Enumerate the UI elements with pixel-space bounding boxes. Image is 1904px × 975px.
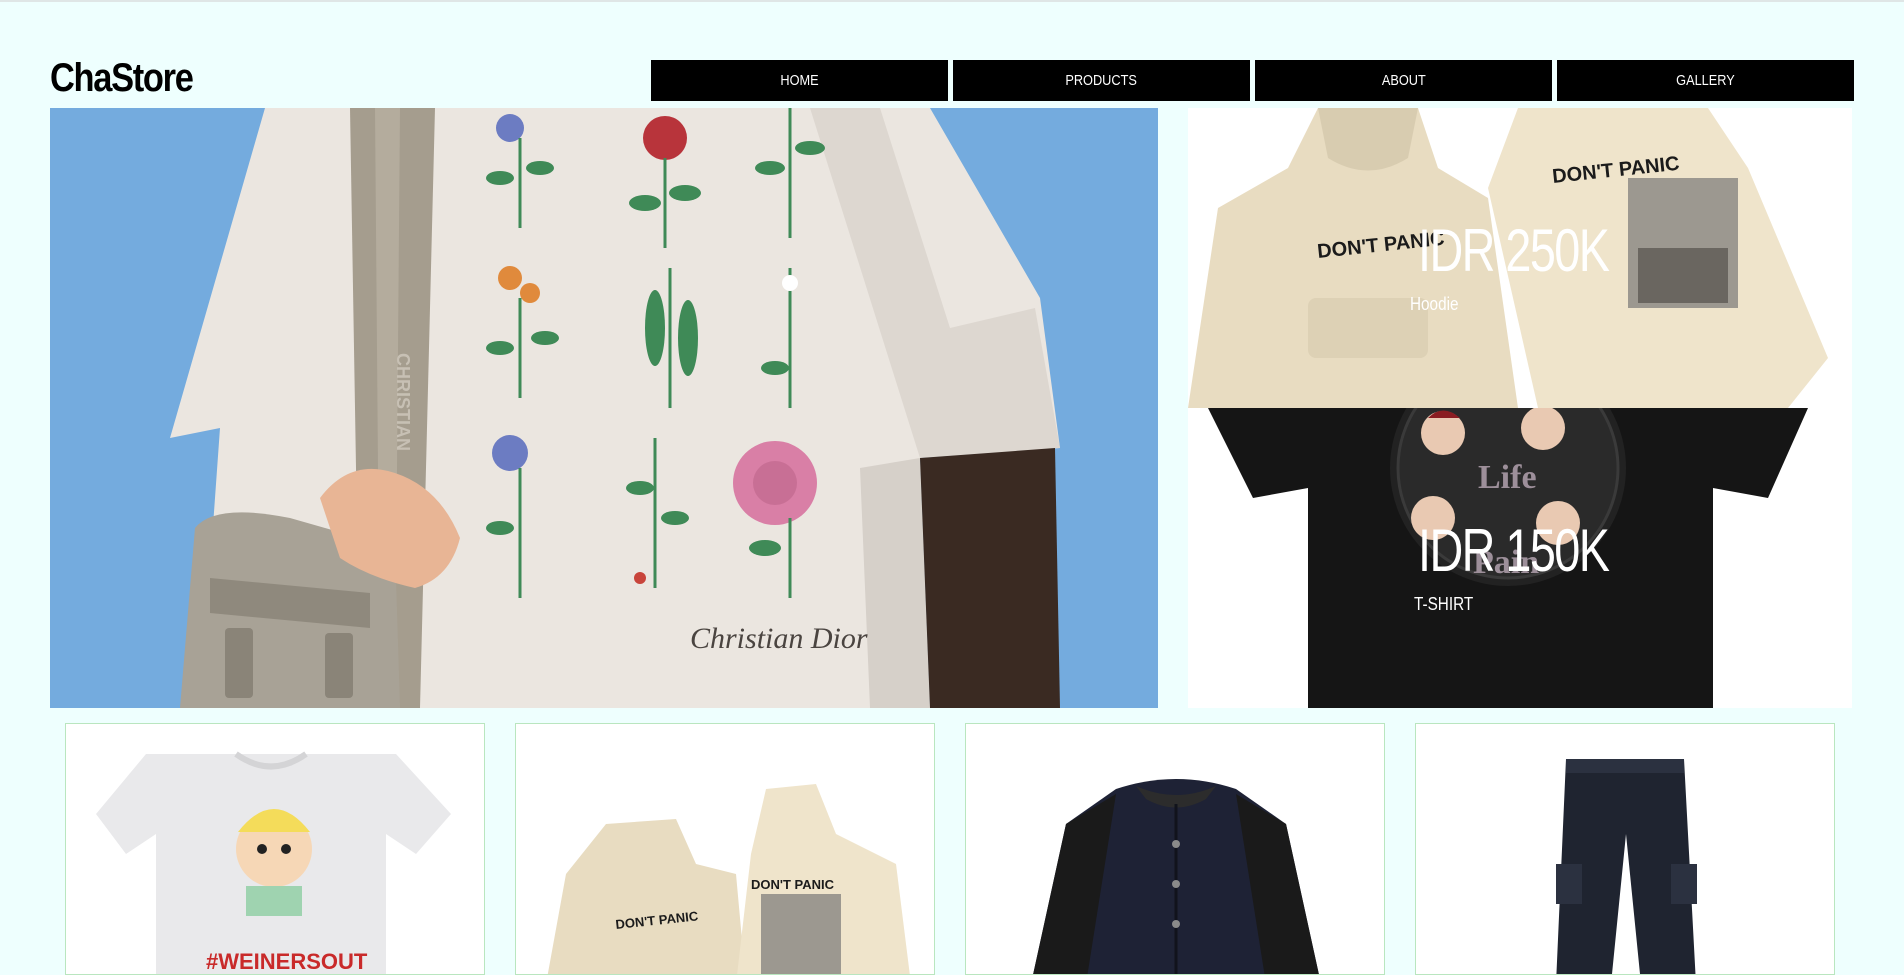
nav-label: GALLERY <box>1676 72 1735 89</box>
tshirt-print: #WEINERSOUT <box>206 949 368 974</box>
nav-item-about[interactable]: ABOUT <box>1255 60 1552 101</box>
product-card[interactable] <box>965 723 1385 975</box>
nav-item-products[interactable]: PRODUCTS <box>953 60 1250 101</box>
nav-item-gallery[interactable]: GALLERY <box>1557 60 1854 101</box>
top-border <box>0 0 1904 2</box>
varsity-jacket-image <box>966 724 1384 974</box>
promo-tshirt[interactable]: Life Pain IDR 150K T-SHIRT <box>1188 408 1852 708</box>
hero-banner[interactable]: Christian Dior CHRISTIAN <box>50 108 1158 708</box>
svg-text:Life: Life <box>1478 459 1537 496</box>
nav-item-home[interactable]: HOME <box>651 60 948 101</box>
hero-signature: Christian Dior <box>690 622 868 655</box>
promo-hoodie[interactable]: DON'T PANIC DON'T PANIC IDR 250K Hoodie <box>1188 108 1852 408</box>
main-nav: HOME PRODUCTS ABOUT GALLERY <box>651 60 1854 101</box>
promo-name: Hoodie <box>1410 294 1459 314</box>
product-card[interactable]: #WEINERSOUT <box>65 723 485 975</box>
cargo-pants-image <box>1416 724 1834 974</box>
nav-label: PRODUCTS <box>1065 72 1138 89</box>
promo-price: IDR 250K <box>1418 217 1610 284</box>
hoodie-back-print: DON'T PANIC <box>751 877 835 892</box>
product-card[interactable]: DON'T PANIC DON'T PANIC <box>515 723 935 975</box>
brand-logo[interactable]: ChaStore <box>50 56 194 101</box>
product-card[interactable] <box>1415 723 1835 975</box>
promo-price: IDR 150K <box>1418 517 1610 584</box>
white-tshirt-image: #WEINERSOUT <box>66 724 484 974</box>
nav-label: ABOUT <box>1381 72 1426 89</box>
nav-label: HOME <box>780 72 819 89</box>
promo-name: T-SHIRT <box>1414 594 1474 614</box>
hoodie-image: DON'T PANIC DON'T PANIC <box>516 724 934 974</box>
strap-text: CHRISTIAN <box>393 353 413 451</box>
hero-tshirt-image: Christian Dior CHRISTIAN <box>50 108 1158 708</box>
